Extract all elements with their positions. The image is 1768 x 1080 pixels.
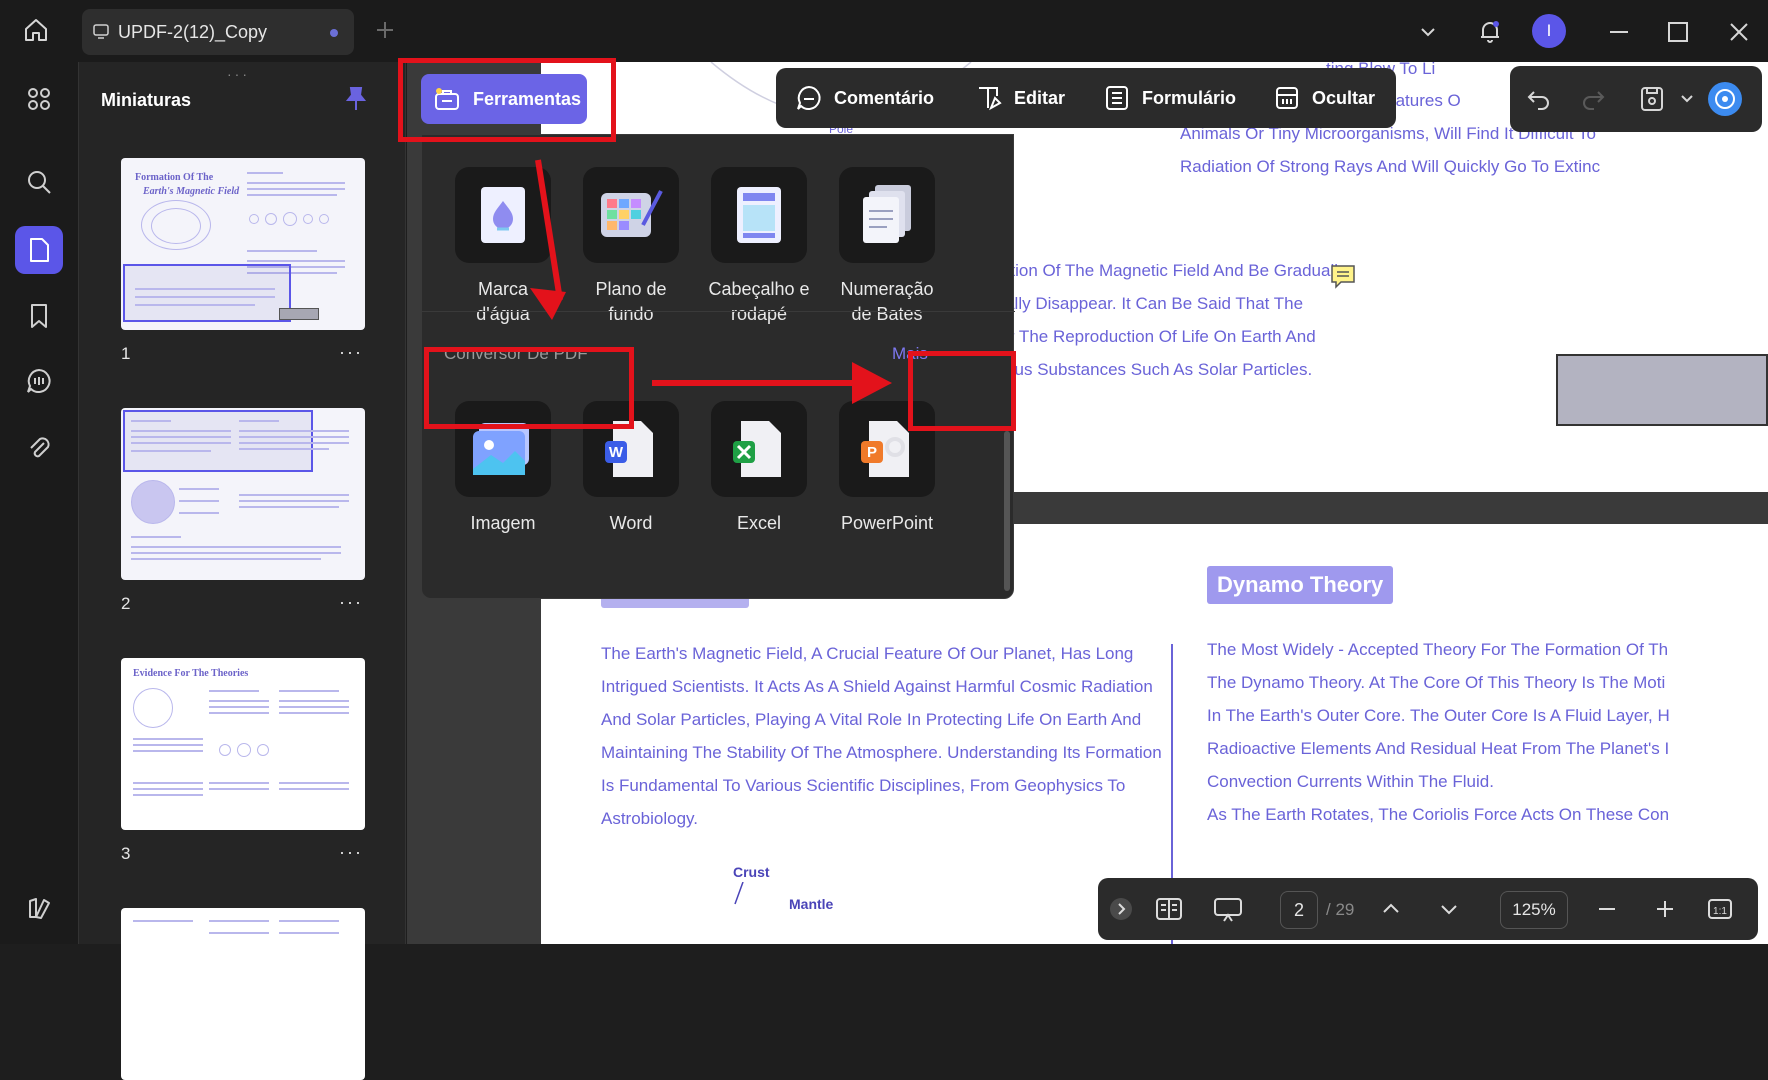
presentation-icon[interactable] bbox=[1212, 895, 1244, 928]
bottom-navigation-bar: 2 / 29 125% 1:1 bbox=[1098, 878, 1758, 940]
page-number-input[interactable]: 2 bbox=[1280, 891, 1318, 929]
next-page-icon[interactable] bbox=[1438, 898, 1460, 925]
annotation-arrows bbox=[530, 159, 892, 404]
total-pages: / 29 bbox=[1326, 900, 1355, 919]
two-page-view-icon[interactable] bbox=[1154, 895, 1184, 928]
collapse-arrow-icon[interactable] bbox=[1110, 898, 1132, 920]
zoom-level[interactable]: 125% bbox=[1500, 891, 1568, 929]
zoom-out-icon[interactable] bbox=[1596, 898, 1618, 925]
zoom-in-icon[interactable] bbox=[1654, 898, 1676, 925]
actual-size-icon[interactable]: 1:1 bbox=[1706, 895, 1734, 928]
previous-page-icon[interactable] bbox=[1380, 898, 1402, 925]
svg-text:1:1: 1:1 bbox=[1713, 906, 1727, 917]
